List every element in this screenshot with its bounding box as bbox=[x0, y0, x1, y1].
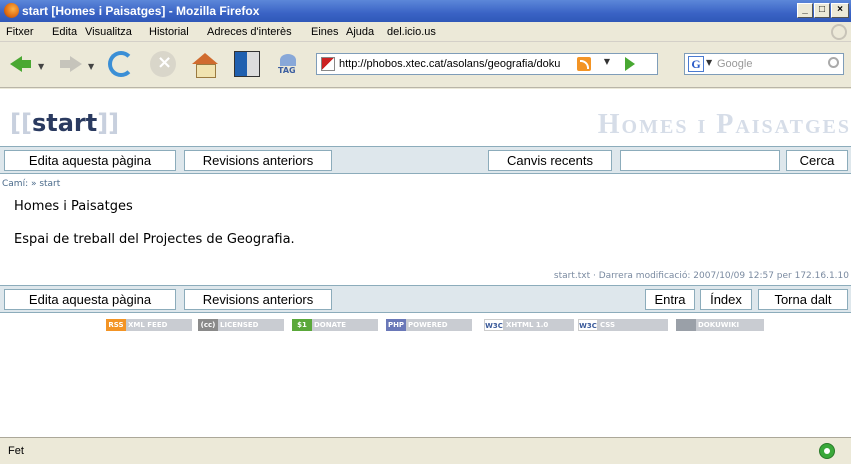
site-favicon-icon bbox=[321, 57, 335, 71]
forward-dropdown-icon[interactable]: ▼ bbox=[88, 62, 94, 71]
tag-icon[interactable]: TAG bbox=[276, 54, 302, 78]
page-content: [[start]] Homes i Paisatges Edita aquest… bbox=[0, 89, 851, 437]
dokuwiki-badge-label bbox=[676, 319, 696, 331]
old-revisions-button-bottom[interactable]: Revisions anteriors bbox=[184, 289, 332, 310]
rss-badge[interactable]: RSS XML FEED bbox=[106, 319, 192, 331]
rss-badge-label: RSS bbox=[106, 319, 126, 331]
dokuwiki-badge-text: DOKUWIKI bbox=[698, 321, 740, 329]
go-icon[interactable] bbox=[625, 57, 635, 71]
status-bar: Fet bbox=[0, 437, 851, 464]
donate-badge-text: DONATE bbox=[314, 321, 347, 329]
edit-page-button-bottom[interactable]: Edita aquesta pàgina bbox=[4, 289, 176, 310]
tag-label: TAG bbox=[278, 66, 296, 75]
xhtml-badge[interactable]: W3C XHTML 1.0 bbox=[484, 319, 574, 331]
menu-ajuda[interactable]: Ajuda bbox=[346, 26, 374, 38]
close-button[interactable]: × bbox=[831, 3, 849, 18]
login-button[interactable]: Entra bbox=[645, 289, 695, 310]
css-badge-label: W3C bbox=[578, 319, 598, 331]
dokuwiki-badge[interactable]: DOKUWIKI bbox=[676, 319, 764, 331]
back-dropdown-icon[interactable]: ▼ bbox=[38, 62, 44, 71]
recent-changes-button[interactable]: Canvis recents bbox=[488, 150, 612, 171]
wiki-search-input[interactable] bbox=[620, 150, 780, 171]
css-badge-text: CSS bbox=[600, 321, 616, 329]
xhtml-badge-label: W3C bbox=[484, 319, 504, 331]
url-bar[interactable]: http://phobos.xtec.cat/asolans/geografia… bbox=[316, 53, 658, 75]
php-badge[interactable]: PHP POWERED bbox=[386, 319, 472, 331]
menu-delicious[interactable]: del.icio.us bbox=[387, 26, 436, 38]
maximize-button[interactable]: □ bbox=[814, 3, 830, 18]
php-badge-label: PHP bbox=[386, 319, 406, 331]
web-search-placeholder[interactable]: Google bbox=[717, 58, 752, 70]
web-search-box[interactable]: G ▼ Google bbox=[684, 53, 844, 75]
badge-row: RSS XML FEED (cc) LICENSED $1 DONATE PHP POW… bbox=[0, 319, 851, 333]
search-icon[interactable] bbox=[828, 57, 839, 68]
status-ok-icon[interactable] bbox=[819, 443, 835, 459]
donate-badge-label: $1 bbox=[292, 319, 312, 331]
engine-dropdown-icon[interactable]: ▼ bbox=[706, 58, 712, 67]
forward-icon[interactable] bbox=[58, 51, 84, 77]
page-info: start.txt · Darrera modificació: 2007/10… bbox=[553, 271, 849, 281]
back-to-top-button[interactable]: Torna dalt bbox=[758, 289, 848, 310]
logo-close-brackets: ]] bbox=[97, 109, 120, 137]
donate-badge[interactable]: $1 DONATE bbox=[292, 319, 378, 331]
license-badge[interactable]: (cc) LICENSED bbox=[198, 319, 284, 331]
minimize-button[interactable]: _ bbox=[797, 3, 813, 18]
logo-open-brackets: [[ bbox=[10, 109, 32, 137]
edit-page-button[interactable]: Edita aquesta pàgina bbox=[4, 150, 176, 171]
php-badge-text: POWERED bbox=[408, 321, 448, 329]
menu-eines[interactable]: Eines bbox=[311, 26, 339, 38]
stop-icon[interactable] bbox=[150, 51, 176, 77]
search-button[interactable]: Cerca bbox=[786, 150, 848, 171]
menu-visualitza[interactable]: Visualitza bbox=[85, 26, 132, 38]
url-text[interactable]: http://phobos.xtec.cat/asolans/geografia… bbox=[339, 58, 569, 70]
navigation-toolbar: ▼ ▼ TAG http://phobos.xtec.cat/asolans/g… bbox=[0, 42, 851, 88]
menu-edita[interactable]: Edita bbox=[52, 26, 77, 38]
menu-historial[interactable]: Historial bbox=[149, 26, 189, 38]
window-title: start [Homes i Paisatges] - Mozilla Fire… bbox=[22, 4, 260, 18]
status-text: Fet bbox=[8, 445, 24, 457]
firefox-icon bbox=[4, 3, 19, 18]
old-revisions-button[interactable]: Revisions anteriors bbox=[184, 150, 332, 171]
back-icon[interactable] bbox=[8, 51, 34, 77]
xhtml-badge-text: XHTML 1.0 bbox=[506, 321, 549, 329]
page-heading: Homes i Paisatges bbox=[14, 199, 133, 214]
rss-badge-text: XML FEED bbox=[128, 321, 168, 329]
logo-page-name[interactable]: start bbox=[32, 109, 97, 137]
google-engine-icon[interactable]: G bbox=[688, 56, 704, 72]
wiki-logo[interactable]: [[start]] bbox=[10, 109, 119, 137]
home-icon[interactable] bbox=[192, 51, 218, 78]
index-button[interactable]: Índex bbox=[700, 289, 752, 310]
license-badge-label: (cc) bbox=[198, 319, 218, 331]
site-title[interactable]: Homes i Paisatges bbox=[598, 109, 851, 141]
breadcrumb[interactable]: Camí: » start bbox=[2, 179, 60, 189]
top-button-bar: Edita aquesta pàgina Revisions anteriors… bbox=[0, 146, 851, 174]
menu-bar: Fitxer Edita Visualitza Historial Adrece… bbox=[0, 22, 851, 42]
menu-adreces[interactable]: Adreces d'interès bbox=[207, 26, 292, 38]
css-badge[interactable]: W3C CSS bbox=[578, 319, 668, 331]
window-title-bar: start [Homes i Paisatges] - Mozilla Fire… bbox=[0, 0, 851, 22]
bookmarks-manager-icon[interactable] bbox=[234, 51, 260, 77]
menu-fitxer[interactable]: Fitxer bbox=[6, 26, 34, 38]
rss-feed-icon[interactable] bbox=[577, 57, 591, 71]
page-paragraph: Espai de treball del Projectes de Geogra… bbox=[14, 232, 295, 247]
bottom-button-bar: Edita aquesta pàgina Revisions anteriors… bbox=[0, 285, 851, 313]
url-dropdown-icon[interactable]: ▼ bbox=[600, 57, 614, 71]
throbber-icon bbox=[831, 24, 847, 40]
license-badge-text: LICENSED bbox=[220, 321, 259, 329]
reload-icon[interactable] bbox=[108, 51, 134, 77]
